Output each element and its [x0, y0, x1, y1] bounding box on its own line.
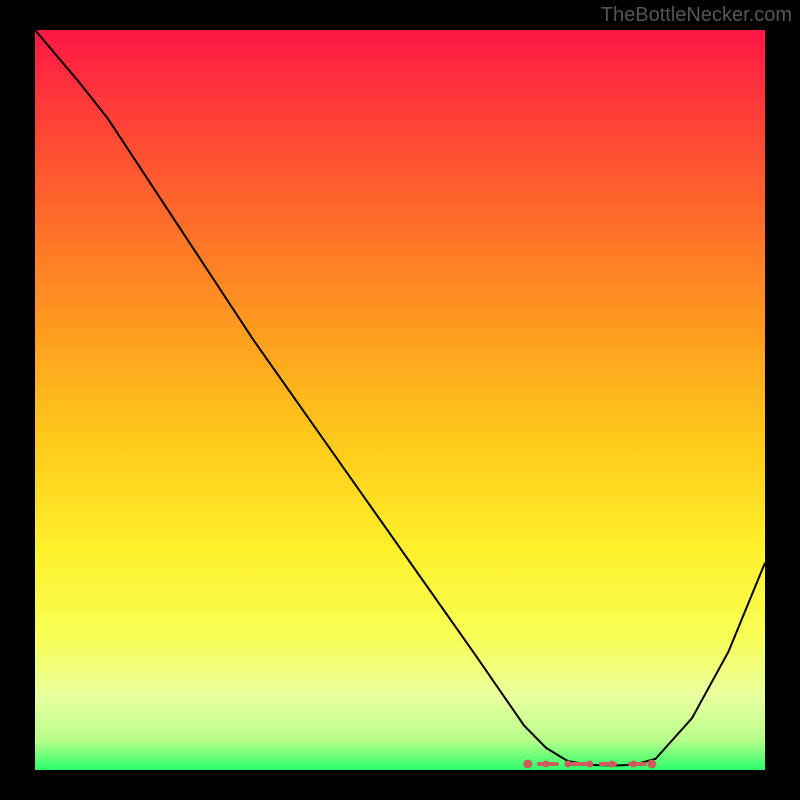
gradient-background: [35, 30, 765, 770]
watermark-text: TheBottleNecker.com: [601, 4, 792, 27]
marker-dot: [647, 760, 656, 769]
bottleneck-chart: [35, 30, 765, 770]
chart-container: TheBottleNecker.com: [0, 0, 800, 800]
marker-dot: [523, 760, 532, 769]
